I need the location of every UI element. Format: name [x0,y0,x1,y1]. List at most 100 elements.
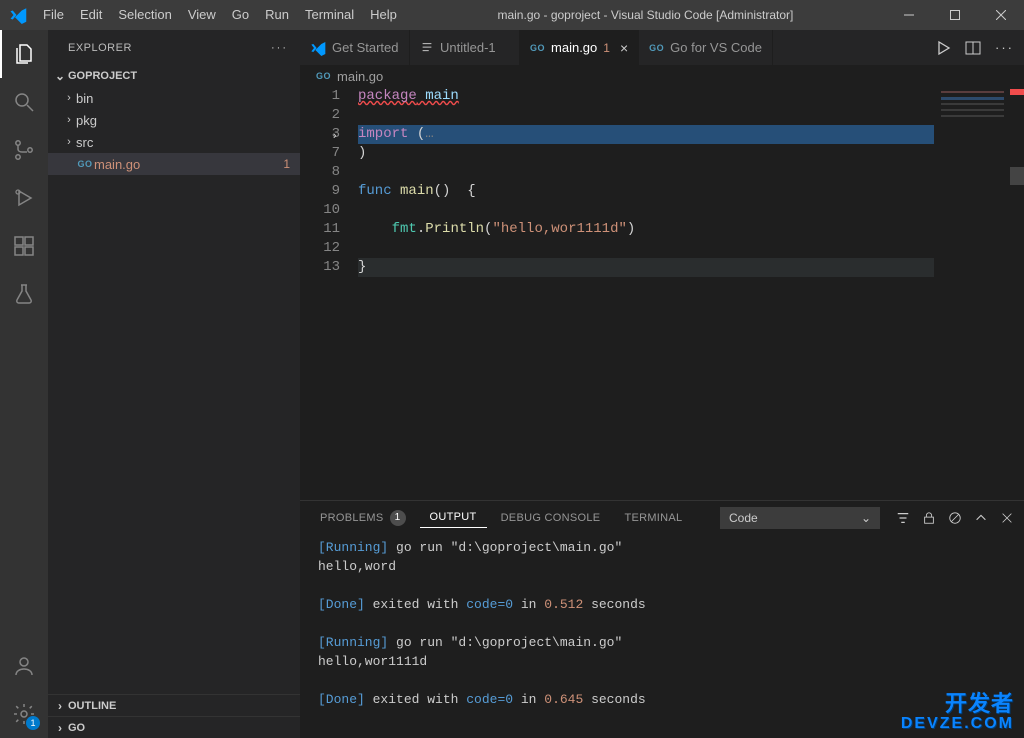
editor-tabs: Get Started Untitled-1 GO main.go 1 × GO… [300,30,1024,65]
title-bar: File Edit Selection View Go Run Terminal… [0,0,1024,30]
activity-extensions[interactable] [0,222,48,270]
menu-help[interactable]: Help [362,0,405,30]
sidebar: EXPLORER ··· ⌄ GOPROJECT › bin › pkg › s… [48,30,300,738]
extensions-icon [12,234,36,258]
tab-get-started[interactable]: Get Started [300,30,410,65]
overview-ruler [1010,87,1024,500]
minimap[interactable] [934,87,1024,500]
menu-go[interactable]: Go [224,0,257,30]
menu-edit[interactable]: Edit [72,0,110,30]
sidebar-title: EXPLORER [68,42,132,54]
tab-label: main.go [551,40,597,55]
vscode-icon [310,40,326,56]
panel-tab-terminal[interactable]: TERMINAL [614,508,692,528]
run-button[interactable] [935,40,951,56]
settings-badge: 1 [26,716,40,730]
chevron-right-icon: › [62,114,76,126]
flask-icon [12,282,36,306]
sidebar-header: EXPLORER ··· [48,30,300,65]
filter-icon[interactable] [896,511,910,525]
tab-untitled[interactable]: Untitled-1 [410,30,520,65]
activity-accounts[interactable] [0,642,48,690]
tab-label: Go for VS Code [670,40,762,55]
file-label: main.go [94,157,140,172]
folder-label: pkg [76,113,97,128]
menu-file[interactable]: File [35,0,72,30]
section-outline[interactable]: › OUTLINE [48,694,300,716]
sidebar-more-button[interactable]: ··· [271,42,288,54]
chevron-right-icon: › [52,699,68,713]
tab-close-button[interactable]: × [620,40,628,56]
files-icon [12,42,36,66]
window-controls [886,0,1024,30]
file-problem-count: 1 [283,157,290,171]
activity-bar: 1 [0,30,48,738]
panel-tab-debug-console[interactable]: DEBUG CONSOLE [491,508,611,528]
go-file-icon: GO [316,71,331,81]
chevron-right-icon: › [52,721,68,735]
activity-search[interactable] [0,78,48,126]
go-file-icon: GO [649,43,664,53]
go-file-icon: GO [530,43,545,53]
tab-label: Get Started [332,40,398,55]
panel-tab-output[interactable]: OUTPUT [420,507,487,528]
chevron-down-icon: ⌄ [861,511,871,525]
panel-tab-problems[interactable]: PROBLEMS 1 [310,506,416,530]
menu-bar: File Edit Selection View Go Run Terminal… [35,0,405,30]
output-channel-select[interactable]: Code ⌄ [720,507,880,529]
activity-source-control[interactable] [0,126,48,174]
panel-tabs: PROBLEMS 1 OUTPUT DEBUG CONSOLE TERMINAL… [300,501,1024,534]
menu-view[interactable]: View [180,0,224,30]
activity-explorer[interactable] [0,30,48,78]
close-button[interactable] [978,0,1024,30]
explorer-tree: ⌄ GOPROJECT › bin › pkg › src GO main.go… [48,65,300,694]
vscode-logo-icon [0,6,35,24]
search-icon [12,90,36,114]
go-file-icon: GO [76,159,94,169]
project-root[interactable]: ⌄ GOPROJECT [48,65,300,87]
account-icon [12,654,36,678]
lock-scroll-icon[interactable] [922,511,936,525]
menu-run[interactable]: Run [257,0,297,30]
window-title: main.go - goproject - Visual Studio Code… [405,8,886,22]
main-area: 1 EXPLORER ··· ⌄ GOPROJECT › bin › pkg › [0,30,1024,738]
source-control-icon [12,138,36,162]
folder-pkg[interactable]: › pkg [48,109,300,131]
editor-more-button[interactable]: ··· [995,40,1014,55]
split-editor-button[interactable] [965,40,981,56]
fold-indicator-icon[interactable]: › [331,128,338,147]
section-go[interactable]: › GO [48,716,300,738]
folder-bin[interactable]: › bin [48,87,300,109]
file-main-go[interactable]: GO main.go 1 [48,153,300,175]
clear-output-icon[interactable] [948,511,962,525]
panel-actions [896,511,1014,525]
tab-modified-indicator: 1 [603,41,610,55]
activity-settings[interactable]: 1 [0,690,48,738]
breadcrumbs[interactable]: GO main.go [300,65,1024,87]
code-editor[interactable]: 1 2 3› 7 8 9 10 11 12 13 package main im… [300,87,934,500]
menu-terminal[interactable]: Terminal [297,0,362,30]
breadcrumb-file: main.go [337,69,383,84]
chevron-right-icon: › [62,92,76,104]
output-body[interactable]: [Running] go run "d:\goproject\main.go" … [300,534,1024,738]
editor-actions: ··· [925,30,1024,65]
activity-testing[interactable] [0,270,48,318]
close-panel-icon[interactable] [1000,511,1014,525]
tab-label: Untitled-1 [440,40,496,55]
problems-count: 1 [390,510,406,526]
tab-go-vscode[interactable]: GO Go for VS Code [639,30,773,65]
activity-run-debug[interactable] [0,174,48,222]
tab-main-go[interactable]: GO main.go 1 × [520,30,639,65]
maximize-button[interactable] [932,0,978,30]
code-content[interactable]: package main import (… ) func main() { f… [358,87,934,500]
line-gutter: 1 2 3› 7 8 9 10 11 12 13 [300,87,358,500]
project-name: GOPROJECT [68,70,137,82]
section-label: GO [68,722,85,734]
chevron-right-icon: › [62,136,76,148]
chevron-down-icon: ⌄ [52,69,68,83]
minimize-button[interactable] [886,0,932,30]
menu-selection[interactable]: Selection [110,0,179,30]
folder-src[interactable]: › src [48,131,300,153]
maximize-panel-icon[interactable] [974,511,988,525]
section-label: OUTLINE [68,700,116,712]
